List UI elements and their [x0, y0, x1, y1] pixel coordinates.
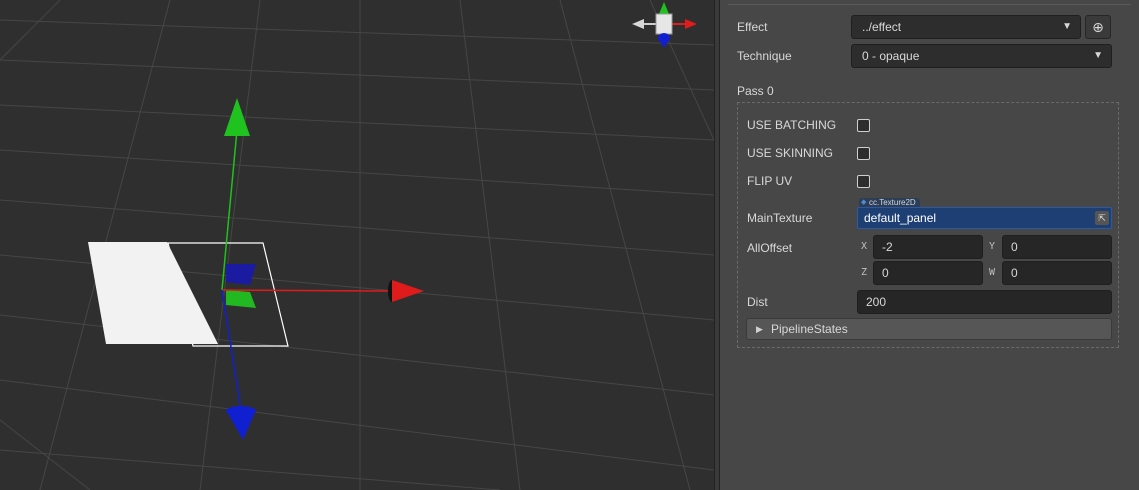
- caret-right-icon: ▶: [756, 324, 763, 334]
- offset-y-input[interactable]: 0: [1002, 235, 1112, 259]
- offset-x-input[interactable]: -2: [873, 235, 983, 259]
- view-orientation-gizmo: [632, 2, 697, 48]
- pipeline-states-foldout[interactable]: ▶ PipelineStates: [746, 318, 1112, 340]
- gizmo-axis-x: [221, 289, 393, 292]
- use-skinning-label: USE SKINNING: [747, 146, 834, 160]
- technique-row: Technique 0 - opaque ▼: [720, 43, 1139, 69]
- offset-y-axis-label: Y: [989, 241, 996, 252]
- scene-viewport[interactable]: [0, 0, 714, 490]
- crosshair-icon: ⊕: [1092, 19, 1104, 35]
- dist-input[interactable]: 200: [857, 290, 1112, 314]
- offset-z-axis-label: Z: [861, 267, 868, 278]
- technique-value: 0 - opaque: [862, 49, 920, 63]
- chevron-down-icon: ▼: [1093, 50, 1103, 61]
- use-batching-checkbox[interactable]: [857, 119, 870, 132]
- offset-z-input[interactable]: 0: [873, 261, 983, 285]
- gizmo-axis-z: [221, 289, 242, 411]
- main-texture-field[interactable]: cc.Texture2D default_panel ⇱: [857, 198, 1112, 229]
- all-offset-label: AllOffset: [747, 241, 793, 255]
- offset-y-value: 0: [1011, 240, 1018, 254]
- gizmo-plane-z: [226, 264, 256, 285]
- gizmo-arrow-x: [392, 280, 424, 302]
- inspector-divider: [728, 4, 1131, 5]
- offset-x-value: -2: [882, 240, 893, 254]
- flip-uv-checkbox[interactable]: [857, 175, 870, 188]
- main-texture-input[interactable]: default_panel ⇱: [857, 207, 1112, 229]
- offset-z-value: 0: [882, 266, 889, 280]
- offset-x-axis-label: X: [861, 241, 868, 252]
- effect-dropdown[interactable]: ../effect ▼: [851, 15, 1081, 39]
- pass-header: Pass 0: [720, 78, 1139, 104]
- main-texture-label: MainTexture: [747, 211, 813, 225]
- technique-label: Technique: [737, 49, 792, 63]
- use-batching-label: USE BATCHING: [747, 118, 837, 132]
- gizmo-plane-y: [226, 290, 256, 308]
- technique-dropdown[interactable]: 0 - opaque ▼: [851, 44, 1112, 68]
- effect-value: ../effect: [862, 20, 902, 34]
- sprite-white-panel: [88, 242, 218, 344]
- pipeline-states-label: PipelineStates: [771, 322, 848, 336]
- chevron-down-icon: ▼: [1062, 21, 1072, 32]
- dist-label: Dist: [747, 295, 768, 309]
- dist-value: 200: [866, 295, 887, 309]
- effect-row: Effect ../effect ▼ ⊕: [720, 14, 1139, 40]
- pass-properties: USE BATCHING USE SKINNING FLIP UV MainTe…: [737, 102, 1119, 348]
- pass-title: Pass 0: [737, 84, 774, 98]
- use-skinning-checkbox[interactable]: [857, 147, 870, 160]
- main-texture-value: default_panel: [864, 211, 937, 225]
- effect-label: Effect: [737, 20, 768, 34]
- offset-w-value: 0: [1011, 266, 1018, 280]
- offset-w-input[interactable]: 0: [1002, 261, 1112, 285]
- inspector-panel: Effect ../effect ▼ ⊕ Technique 0 - opaqu…: [720, 0, 1139, 490]
- asset-picker-icon[interactable]: ⇱: [1095, 211, 1109, 225]
- offset-w-axis-label: W: [989, 267, 996, 278]
- locate-effect-button[interactable]: ⊕: [1085, 15, 1111, 39]
- flip-uv-label: FLIP UV: [747, 174, 793, 188]
